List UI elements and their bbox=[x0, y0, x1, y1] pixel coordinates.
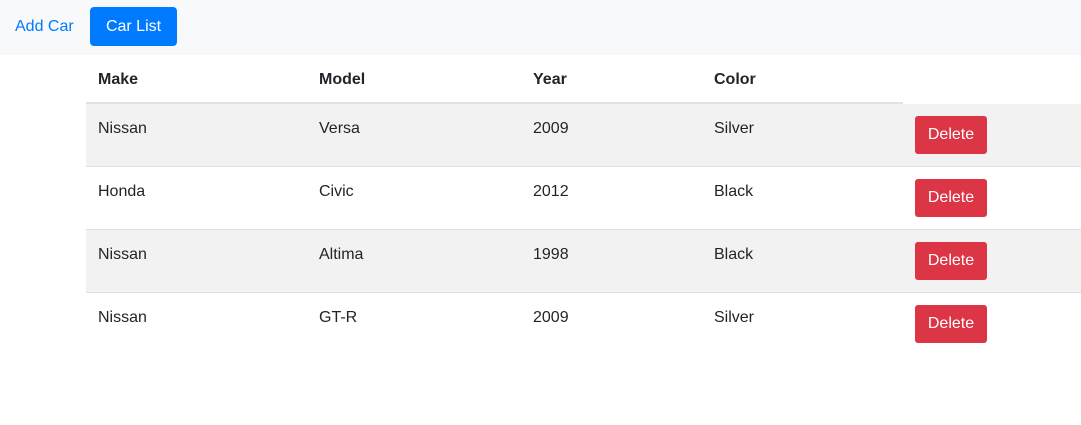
cell-year: 2009 bbox=[533, 120, 569, 137]
cell-model: Versa bbox=[319, 120, 360, 137]
cell-year: 1998 bbox=[533, 246, 569, 263]
table-row: Nissan GT-R 2009 Silver Delete bbox=[86, 293, 1081, 356]
cell-year: 2009 bbox=[533, 309, 569, 326]
cell-make: Honda bbox=[98, 183, 146, 200]
table-header: Make Model Year Color bbox=[86, 55, 903, 104]
header-year: Year bbox=[533, 71, 567, 88]
cell-model: Civic bbox=[319, 183, 354, 200]
add-car-link[interactable]: Add Car bbox=[15, 17, 74, 37]
header-color: Color bbox=[714, 71, 756, 88]
cell-model: Altima bbox=[319, 246, 364, 263]
delete-button[interactable]: Delete bbox=[915, 305, 987, 343]
car-list-button[interactable]: Car List bbox=[90, 7, 177, 46]
delete-button[interactable]: Delete bbox=[915, 242, 987, 280]
header-model: Model bbox=[319, 71, 366, 88]
cell-color: Black bbox=[714, 183, 754, 200]
cell-make: Nissan bbox=[98, 309, 147, 326]
table-row: Honda Civic 2012 Black Delete bbox=[86, 167, 1081, 230]
header-make: Make bbox=[98, 71, 139, 88]
table-row: Nissan Altima 1998 Black Delete bbox=[86, 230, 1081, 293]
cell-model: GT-R bbox=[319, 309, 358, 326]
cell-color: Silver bbox=[714, 309, 755, 326]
cell-make: Nissan bbox=[98, 120, 147, 137]
cell-make: Nissan bbox=[98, 246, 147, 263]
car-table: Make Model Year Color Nissan Versa 2009 … bbox=[86, 55, 1081, 356]
delete-button[interactable]: Delete bbox=[915, 179, 987, 217]
delete-button[interactable]: Delete bbox=[915, 116, 987, 154]
table-row: Nissan Versa 2009 Silver Delete bbox=[86, 104, 1081, 167]
cell-color: Silver bbox=[714, 120, 755, 137]
cell-year: 2012 bbox=[533, 183, 569, 200]
navbar: Add Car Car List bbox=[0, 0, 1081, 55]
cell-color: Black bbox=[714, 246, 754, 263]
